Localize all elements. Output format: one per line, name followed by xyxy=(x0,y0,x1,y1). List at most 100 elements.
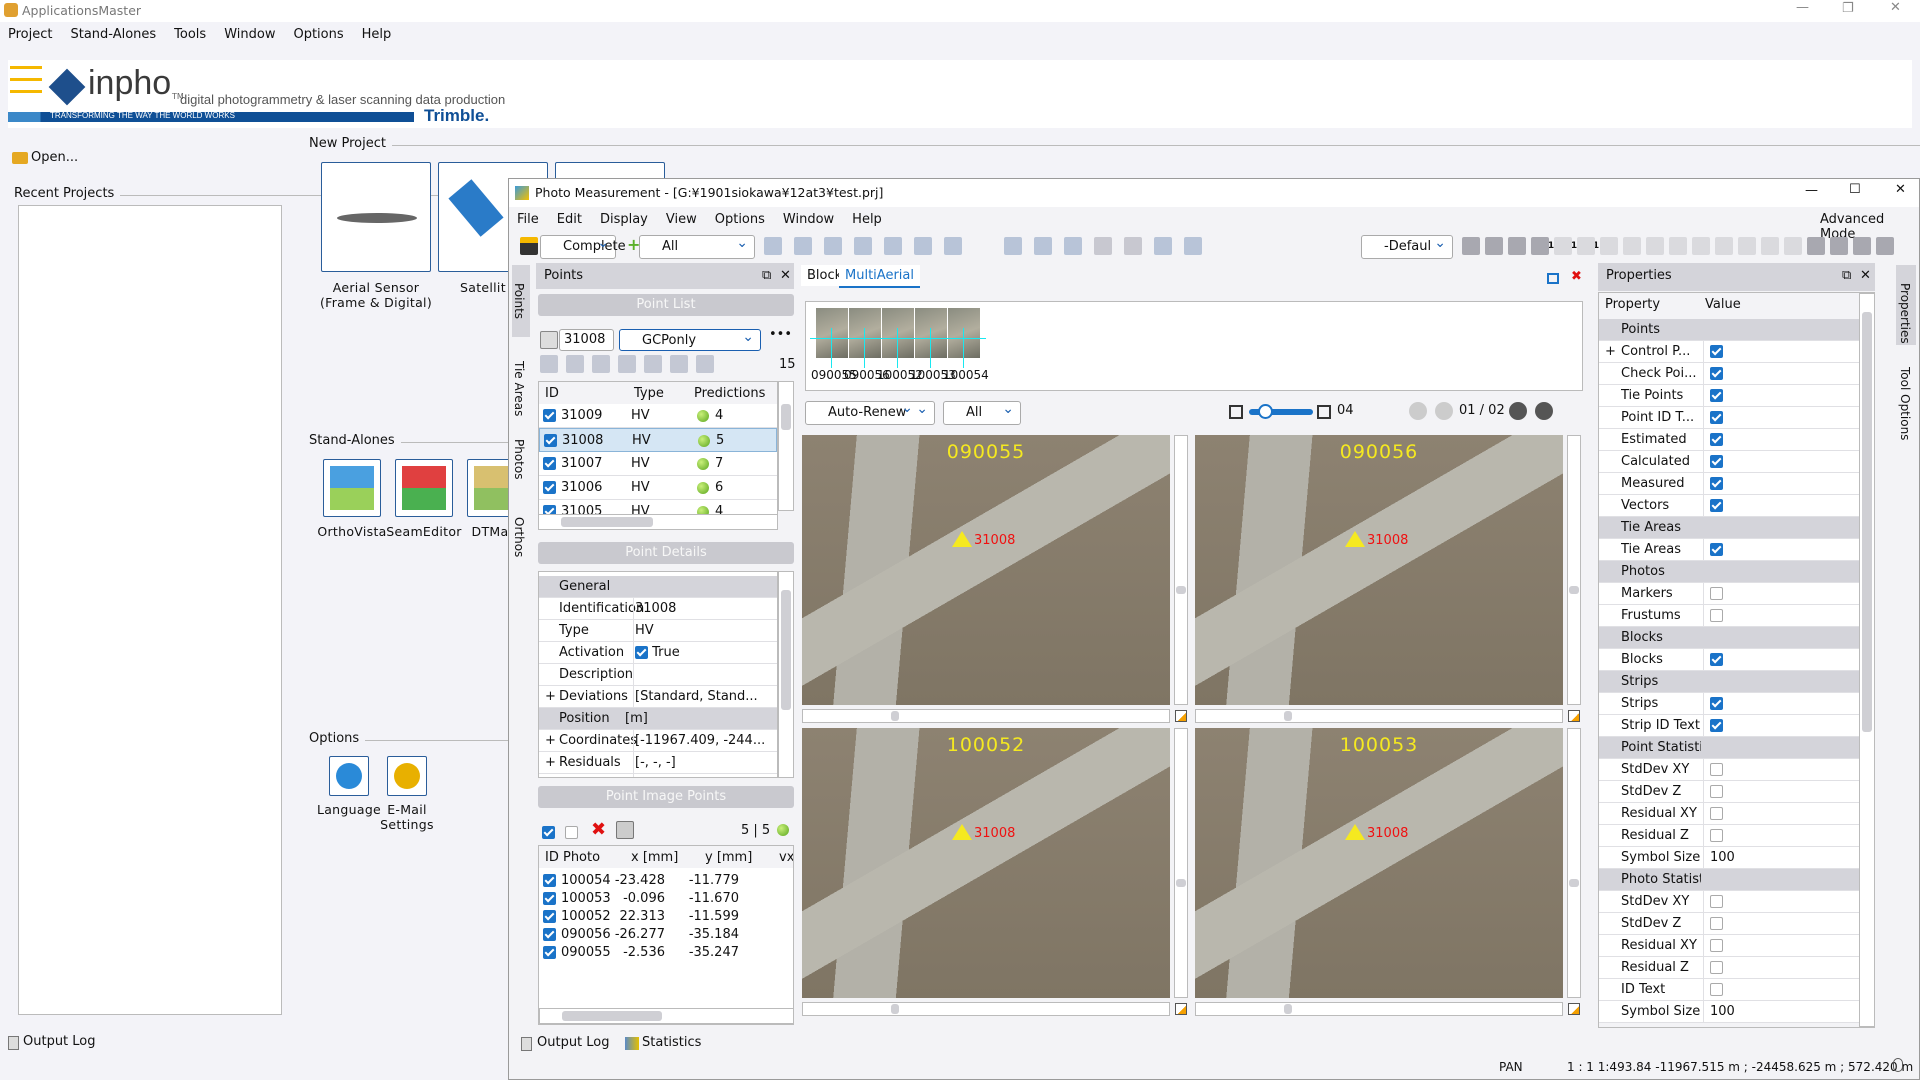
photo-view-100053[interactable]: 100053 31008 xyxy=(1195,728,1563,998)
nav4-icon[interactable] xyxy=(1784,237,1802,255)
eye-icon[interactable] xyxy=(1830,237,1848,255)
property-checkbox[interactable] xyxy=(1710,807,1723,820)
property-row[interactable]: StdDev Z xyxy=(1599,781,1859,803)
property-checkbox[interactable] xyxy=(1710,829,1723,842)
option-0[interactable] xyxy=(329,756,369,796)
row-checkbox[interactable] xyxy=(543,928,556,941)
zoom-next-icon[interactable] xyxy=(1669,237,1687,255)
point-image-points-button[interactable]: Point Image Points xyxy=(538,786,794,808)
property-value[interactable]: 100 xyxy=(1710,1001,1735,1023)
photo-hscroll[interactable] xyxy=(1195,1002,1563,1016)
property-row[interactable]: StdDev XY xyxy=(1599,891,1859,913)
property-checkbox[interactable] xyxy=(1710,961,1723,974)
measure-point-icon[interactable] xyxy=(854,237,872,255)
menu-item[interactable]: Options xyxy=(293,27,343,42)
prev-photo-icon[interactable] xyxy=(1554,237,1572,255)
edit-point-icon[interactable] xyxy=(540,355,558,373)
table-row[interactable]: 100054 -23.428 -11.779 xyxy=(539,872,793,890)
delete-icon[interactable]: ✖ xyxy=(591,819,606,840)
select-point-icon[interactable] xyxy=(824,237,842,255)
property-row[interactable]: Strips xyxy=(1599,693,1859,715)
photo-thumbnail[interactable] xyxy=(843,308,887,368)
property-row[interactable]: Blocks xyxy=(1599,627,1859,649)
detail-row[interactable]: + Deviations [Standard, Stand... xyxy=(539,686,777,708)
brain-icon[interactable] xyxy=(1600,237,1618,255)
close-panel-icon[interactable]: ✕ xyxy=(780,263,791,289)
detail-row[interactable]: Identification 31008 xyxy=(539,598,777,620)
observer-icon[interactable] xyxy=(1807,237,1825,255)
table-row[interactable]: 31008 HV 5 xyxy=(539,428,777,452)
expand-icon[interactable]: + xyxy=(545,752,556,774)
nav3-icon[interactable] xyxy=(1761,237,1779,255)
image-filter-combo[interactable]: All xyxy=(943,398,1021,425)
expand-icon[interactable]: + xyxy=(545,730,556,752)
photo-thumbnail[interactable] xyxy=(810,308,854,368)
point-filter-combo[interactable]: GCPonly xyxy=(619,326,761,351)
display-preset-combo[interactable]: -Defaul xyxy=(1361,232,1453,259)
option-1[interactable] xyxy=(387,756,427,796)
property-row[interactable]: Measured xyxy=(1599,473,1859,495)
property-checkbox[interactable] xyxy=(1710,983,1723,996)
close-button[interactable]: ✕ xyxy=(1890,0,1901,15)
first-page-button[interactable] xyxy=(1409,402,1427,420)
checklist-icon[interactable] xyxy=(696,355,714,373)
property-row[interactable]: StdDev XY xyxy=(1599,759,1859,781)
fit-icon[interactable] xyxy=(1184,237,1202,255)
zoom-prev-icon[interactable] xyxy=(1646,237,1664,255)
property-row[interactable]: Strips xyxy=(1599,671,1859,693)
layout-icon[interactable] xyxy=(1154,237,1172,255)
control-point-triangle-icon[interactable] xyxy=(952,531,972,547)
activation-checkbox[interactable] xyxy=(635,646,648,659)
property-value[interactable]: 100 xyxy=(1710,847,1735,869)
property-checkbox[interactable] xyxy=(1710,763,1723,776)
last-page-button[interactable] xyxy=(1535,402,1553,420)
photo-hscroll[interactable] xyxy=(1195,709,1563,723)
link-icon[interactable] xyxy=(884,237,902,255)
property-row[interactable]: Photos xyxy=(1599,561,1859,583)
property-row[interactable]: + Control P... xyxy=(1599,341,1859,363)
delete-selection-icon[interactable] xyxy=(914,237,932,255)
pm-menu-item[interactable]: Edit xyxy=(557,212,582,227)
photo-vscroll[interactable] xyxy=(1174,435,1188,705)
property-row[interactable]: Point Statistics xyxy=(1599,737,1859,759)
delete-point-icon[interactable] xyxy=(644,355,662,373)
photo-delete-icon[interactable] xyxy=(1034,237,1052,255)
close-panel-icon[interactable]: ✕ xyxy=(1860,263,1871,289)
standalone-0[interactable] xyxy=(323,459,381,517)
tab-multiaerial[interactable]: MultiAerial xyxy=(839,265,920,288)
menu-item[interactable]: Window xyxy=(224,27,275,42)
photo-view-090055[interactable]: 090055 31008 xyxy=(802,435,1170,705)
property-row[interactable]: Vectors xyxy=(1599,495,1859,517)
detail-row[interactable]: + Residuals [-, -, -] xyxy=(539,752,777,774)
property-checkbox[interactable] xyxy=(1710,939,1723,952)
more-views-icon[interactable] xyxy=(1317,405,1331,419)
pm-menu-item[interactable]: Options xyxy=(715,212,765,227)
property-checkbox[interactable] xyxy=(1710,609,1723,622)
restore-button[interactable]: ❐ xyxy=(1842,1,1854,16)
nav2-icon[interactable] xyxy=(1738,237,1756,255)
right-tab-1[interactable]: Tool Options xyxy=(1896,349,1916,440)
arrange-icon[interactable] xyxy=(1692,237,1710,255)
property-row[interactable]: ID Text xyxy=(1599,979,1859,1001)
resize-corner-icon[interactable] xyxy=(1175,1003,1187,1015)
col-x[interactable]: x [mm] xyxy=(631,850,678,865)
pm-menu-item[interactable]: Window xyxy=(783,212,834,227)
float-icon[interactable]: ⧉ xyxy=(762,263,771,289)
output-log-tab[interactable]: Output Log xyxy=(23,1034,96,1049)
row-checkbox[interactable] xyxy=(543,946,556,959)
brightness-icon[interactable] xyxy=(1462,237,1480,255)
delete-selection-icon[interactable] xyxy=(618,355,636,373)
property-checkbox[interactable] xyxy=(1710,653,1723,666)
property-row[interactable]: Frustums xyxy=(1599,605,1859,627)
photo-view-100052[interactable]: 100052 31008 xyxy=(802,728,1170,998)
property-row[interactable]: Strip ID Text xyxy=(1599,715,1859,737)
statistics-tab[interactable]: Statistics xyxy=(642,1035,701,1050)
photo-thumbnail[interactable] xyxy=(876,308,920,368)
control-point-triangle-icon[interactable] xyxy=(1345,824,1365,840)
pm-maximize-button[interactable]: ☐ xyxy=(1849,182,1861,197)
table-row[interactable]: 090055 -2.536 -35.247 xyxy=(539,944,793,962)
point-id-input[interactable]: 31008 xyxy=(559,329,614,351)
col-y[interactable]: y [mm] xyxy=(705,850,752,865)
photo-vscroll[interactable] xyxy=(1567,728,1581,998)
property-row[interactable]: Residual XY xyxy=(1599,803,1859,825)
